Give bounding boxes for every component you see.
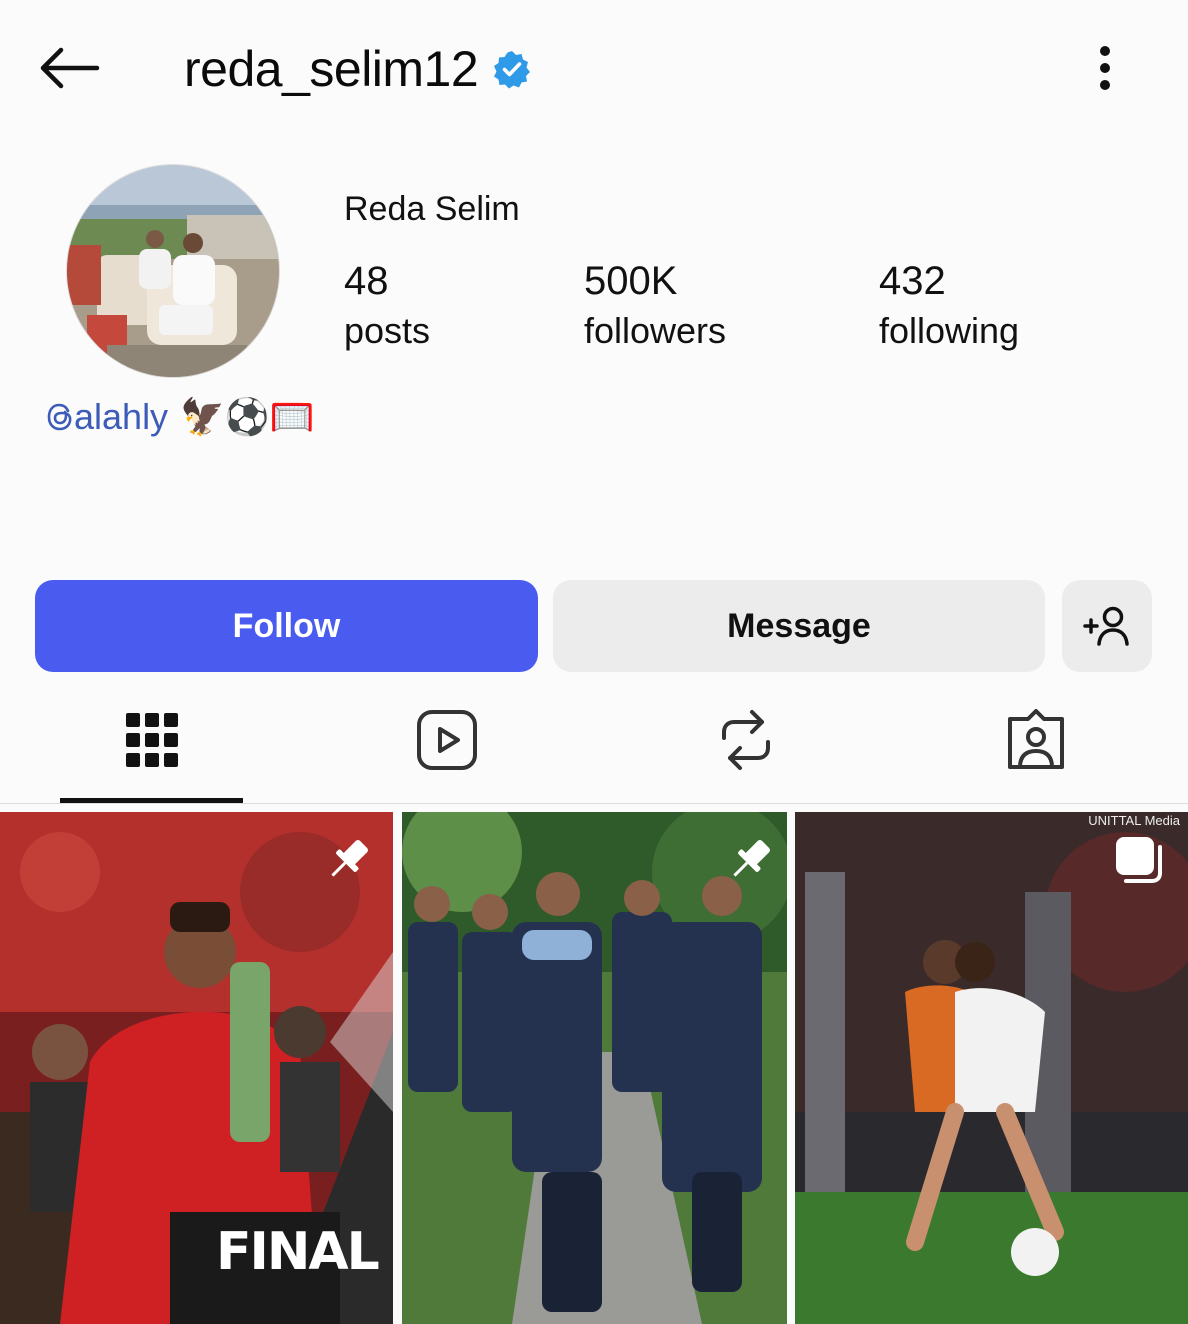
bio: alahly 🦅⚽🥅 xyxy=(46,396,315,438)
posts-grid: FINAL UNITTAL Media xyxy=(0,812,1188,1324)
stat-followers[interactable]: 500K followers xyxy=(584,258,726,354)
post-tile[interactable]: UNITTAL Media xyxy=(795,812,1188,1324)
threads-at-icon xyxy=(47,403,72,431)
stat-posts[interactable]: 48 posts xyxy=(344,258,430,354)
verified-badge-icon xyxy=(492,49,532,89)
post-tile[interactable]: FINAL xyxy=(0,812,393,1324)
back-button[interactable] xyxy=(30,38,106,98)
pin-icon xyxy=(320,832,376,888)
suggest-people-button[interactable] xyxy=(1062,580,1152,672)
reels-icon xyxy=(417,709,477,770)
more-vertical-icon xyxy=(1100,46,1110,90)
post-watermark: UNITTAL Media xyxy=(1088,813,1180,828)
stat-posts-label: posts xyxy=(344,310,431,351)
bio-mention-text: alahly xyxy=(74,396,169,437)
stat-posts-value: 48 xyxy=(344,259,389,303)
tabs-divider xyxy=(0,803,1188,804)
profile-tabs xyxy=(0,690,1188,802)
more-options-button[interactable] xyxy=(1080,38,1130,98)
profile-avatar[interactable] xyxy=(66,164,280,378)
username: reda_selim12 xyxy=(184,41,479,97)
post-overlay-text: FINAL xyxy=(216,1222,380,1282)
add-person-icon xyxy=(1083,606,1129,646)
repost-icon xyxy=(722,710,770,770)
tab-grid[interactable] xyxy=(92,690,212,790)
tab-reposts[interactable] xyxy=(686,690,806,790)
multi-post-icon xyxy=(1111,832,1167,888)
grid-icon xyxy=(126,713,178,767)
message-button[interactable]: Message xyxy=(553,580,1045,672)
profile-header: reda_selim12 xyxy=(0,0,1188,140)
follow-button[interactable]: Follow xyxy=(35,580,538,672)
post-tile[interactable] xyxy=(402,812,787,1324)
avatar-photo xyxy=(67,165,279,377)
stat-following-label: following xyxy=(879,310,1020,351)
tab-reels[interactable] xyxy=(387,690,507,790)
stat-following[interactable]: 432 following xyxy=(879,258,1019,354)
post-image xyxy=(402,812,787,1324)
pin-icon xyxy=(722,832,778,888)
stat-following-value: 432 xyxy=(879,259,946,303)
stat-followers-value: 500K xyxy=(584,259,678,303)
username-row: reda_selim12 xyxy=(184,34,532,104)
bio-mention-link[interactable]: alahly xyxy=(46,396,168,438)
tagged-icon xyxy=(1008,709,1064,769)
display-name: Reda Selim xyxy=(344,190,520,228)
stat-followers-label: followers xyxy=(584,310,727,351)
tab-tagged[interactable] xyxy=(976,690,1096,790)
post-image xyxy=(795,812,1188,1324)
arrow-left-icon xyxy=(40,47,100,89)
bio-emoji: 🦅⚽🥅 xyxy=(180,396,315,437)
